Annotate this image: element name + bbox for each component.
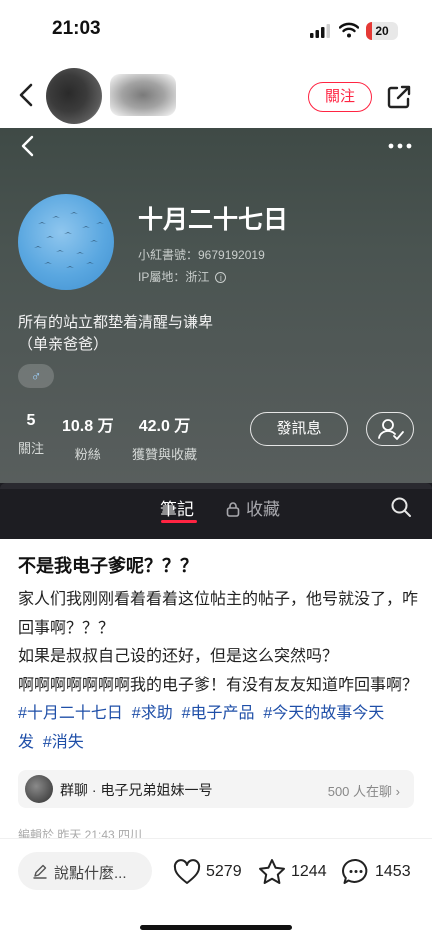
comment-button[interactable]: 1453 (341, 857, 415, 887)
bio-line-2: （单亲爸爸） (18, 336, 109, 353)
more-options-icon (388, 143, 412, 149)
ip-location-text: IP屬地：浙江 (138, 270, 210, 284)
stat-label: 獲贊與收藏 (132, 447, 198, 462)
pencil-icon (33, 864, 47, 879)
stat-label: 粉絲 (74, 447, 101, 462)
user-check-icon (378, 419, 404, 440)
active-tab-indicator (161, 520, 197, 523)
like-count: 5279 (206, 863, 242, 880)
add-friend-button (366, 412, 414, 446)
collect-button[interactable]: 1244 (257, 857, 329, 887)
profile-red-id: 小紅書號：9679192019 (138, 248, 265, 262)
chevron-right-icon: › (395, 784, 400, 799)
search-icon (391, 497, 411, 517)
post-paragraph-1: 家人们我刚刚看着看着这位帖主的帖子，他号就没了，咋回事啊？？？ (18, 591, 419, 637)
profile-name: 十月二十七日 (138, 206, 289, 234)
comment-count: 1453 (375, 863, 411, 880)
home-indicator (140, 925, 292, 930)
stat-followers: 10.8 万 粉絲 (62, 412, 114, 463)
group-chat-count-text: 500 人在聊 (327, 784, 393, 799)
heart-icon (173, 859, 201, 884)
post-header: 關注 (0, 60, 432, 128)
profile-tabs: 筆記 收藏 (0, 483, 432, 539)
post-title: 不是我电子爹呢？？？ (18, 556, 198, 576)
bottom-action-bar: 說點什麼... 5279 1244 1453 (0, 838, 432, 936)
status-bar: 21:03 20 (0, 0, 432, 60)
edited-timestamp: 編輯於 昨天 21:43 四川 (18, 828, 143, 838)
profile-avatar (18, 194, 114, 290)
hashtag-link[interactable]: #电子产品 (182, 705, 255, 722)
profile-bio: 所有的站立都垫着清醒与谦卑 （单亲爸爸） (18, 312, 213, 356)
post-body: 家人们我刚刚看着看着这位帖主的帖子，他号就没了，咋回事啊？？？ 如果是叔叔自己设… (18, 586, 418, 757)
male-gender-icon: ♂ (18, 364, 54, 388)
follow-button[interactable]: 關注 (308, 82, 372, 112)
comment-input[interactable]: 說點什麼... (18, 852, 152, 890)
send-message-button: 發訊息 (250, 412, 348, 446)
profile-ip-location: IP屬地：浙江 i (138, 268, 227, 285)
info-icon: i (215, 272, 227, 284)
stat-likes-collects: 42.0 万 獲贊與收藏 (132, 412, 197, 463)
group-chat-name: 群聊 · 电子兄弟姐妹一号 (60, 782, 213, 798)
stat-following: 5 關注 (18, 412, 44, 457)
post-paragraph-3: 啊啊啊啊啊啊啊我的电子爹！有没有友友知道咋回事啊？ #十月二十七日 #求助 #电子… (18, 672, 418, 758)
author-avatar[interactable] (46, 68, 102, 124)
tab-notes: 筆記 (160, 500, 194, 519)
post-paragraph-3-text: 啊啊啊啊啊啊啊我的电子爹！有没有友友知道咋回事啊？ (18, 676, 419, 694)
group-chat-count: 500 人在聊 › (328, 781, 400, 800)
stat-value: 5 (26, 412, 36, 429)
cellular-signal-icon (310, 24, 330, 38)
like-button[interactable]: 5279 (172, 857, 244, 887)
author-name-blurred[interactable] (110, 74, 176, 116)
battery-level: 20 (375, 24, 389, 38)
back-icon[interactable] (14, 82, 40, 108)
collect-count: 1244 (291, 863, 327, 880)
post-paragraph-2: 如果是叔叔自己设的还好，但是这么突然吗？ (18, 648, 339, 665)
comment-placeholder: 說點什麼... (54, 865, 127, 882)
hashtag-link[interactable]: #十月二十七日 (18, 705, 123, 722)
stat-label: 關注 (18, 441, 45, 456)
wifi-icon (339, 22, 359, 38)
star-icon (259, 859, 285, 884)
hashtag-link[interactable]: #求助 (132, 705, 173, 722)
profile-card: 十月二十七日 小紅書號：9679192019 IP屬地：浙江 i 所有的站立都垫着… (0, 128, 432, 483)
status-time: 21:03 (52, 18, 101, 39)
group-chat-avatar (25, 775, 53, 803)
profile-back-icon (21, 135, 34, 157)
stat-value: 10.8 万 (62, 418, 114, 435)
share-icon[interactable] (386, 84, 412, 110)
stat-value: 42.0 万 (138, 418, 191, 435)
bio-line-1: 所有的站立都垫着清醒与谦卑 (18, 314, 214, 331)
lock-icon (226, 502, 240, 517)
hashtag-link[interactable]: #消失 (43, 734, 84, 751)
comment-bubble-icon (342, 858, 368, 884)
battery-icon: 20 (366, 22, 398, 40)
tab-favorites: 收藏 (226, 495, 280, 520)
tab-favorites-label: 收藏 (246, 500, 280, 519)
group-chat-bar[interactable]: 群聊 · 电子兄弟姐妹一号 500 人在聊 › (18, 770, 414, 808)
